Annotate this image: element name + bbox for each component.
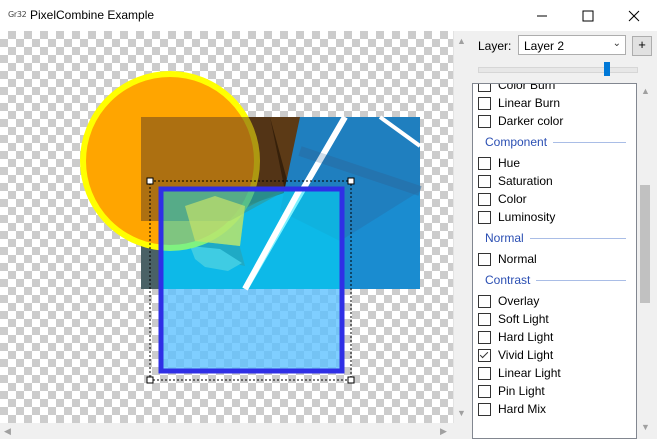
group-label: Component xyxy=(485,135,548,149)
blend-mode-checkbox[interactable] xyxy=(478,156,491,170)
blend-mode-label: Darker color xyxy=(498,114,564,128)
blend-mode-label: Vivid Light xyxy=(498,348,554,362)
blend-mode-item[interactable]: Overlay xyxy=(473,292,636,310)
blend-mode-item[interactable]: Saturation xyxy=(473,172,636,190)
chevron-down-icon: ⌄ xyxy=(612,38,621,49)
handle-top-left xyxy=(146,177,154,185)
handle-bottom-left xyxy=(146,376,154,384)
group-divider xyxy=(529,237,626,239)
blend-mode-item[interactable]: Hue xyxy=(473,154,636,172)
blend-mode-list: Color Burn Linear Burn Darker color Compone… xyxy=(472,83,637,439)
handle-bottom-right xyxy=(347,376,355,384)
blend-mode-label: Hue xyxy=(498,156,521,170)
blend-mode-item[interactable]: Linear Light xyxy=(473,364,636,382)
blend-mode-checkbox[interactable] xyxy=(478,294,491,308)
blend-mode-checkbox[interactable] xyxy=(478,210,491,224)
blend-mode-checkbox[interactable] xyxy=(478,96,491,110)
blend-mode-checkbox[interactable] xyxy=(478,384,491,398)
blend-mode-checkbox[interactable] xyxy=(478,366,491,380)
blend-mode-checkbox[interactable] xyxy=(478,252,491,266)
title-bar: Gr32 PixelCombine Example xyxy=(0,0,657,31)
blend-mode-item[interactable]: Luminosity xyxy=(473,208,636,226)
blend-mode-checkbox[interactable] xyxy=(478,174,491,188)
app-icon: Gr32 xyxy=(8,10,27,19)
minimize-button[interactable] xyxy=(519,0,565,31)
group-header: Normal xyxy=(473,226,636,250)
minimize-icon xyxy=(537,15,547,16)
canvas-vertical-scrollbar[interactable]: ▲ ▼ xyxy=(453,31,468,423)
layer-select[interactable]: Layer 2 ⌄ xyxy=(518,35,626,55)
opacity-slider[interactable] xyxy=(478,67,638,73)
scroll-left-icon[interactable]: ◀ xyxy=(4,427,11,436)
blend-mode-label: Luminosity xyxy=(498,210,556,224)
blend-mode-item[interactable]: Hard Light xyxy=(473,328,636,346)
scroll-down-icon[interactable]: ▼ xyxy=(641,423,650,432)
blend-mode-checkbox[interactable] xyxy=(478,330,491,344)
layer-composition xyxy=(80,71,422,384)
blend-mode-item[interactable]: Color Burn xyxy=(473,83,636,94)
blend-mode-label: Linear Burn xyxy=(498,96,561,110)
blend-mode-checkbox[interactable] xyxy=(478,114,491,128)
layer-square xyxy=(158,186,345,374)
group-label: Contrast xyxy=(485,273,531,287)
blend-mode-item[interactable]: Soft Light xyxy=(473,310,636,328)
blend-mode-checkbox[interactable] xyxy=(478,192,491,206)
blend-mode-label: Hard Light xyxy=(498,330,554,344)
blend-mode-label: Overlay xyxy=(498,294,540,308)
blend-mode-item[interactable]: Color xyxy=(473,190,636,208)
opacity-slider-thumb[interactable] xyxy=(604,62,611,76)
blend-mode-label: Pin Light xyxy=(498,384,545,398)
canvas-horizontal-scrollbar[interactable]: ◀ ▶ xyxy=(0,423,453,439)
group-header: Contrast xyxy=(473,268,636,292)
blend-mode-item[interactable]: Pin Light xyxy=(473,382,636,400)
blend-mode-item[interactable]: Darker color xyxy=(473,112,636,130)
blend-mode-label: Normal xyxy=(498,252,537,266)
blend-mode-label: Saturation xyxy=(498,174,553,188)
blend-mode-checkbox[interactable] xyxy=(478,402,491,416)
maximize-icon xyxy=(582,10,594,21)
blend-mode-item[interactable]: Hard Mix xyxy=(473,400,636,418)
blend-mode-checkbox[interactable] xyxy=(478,84,491,92)
close-button[interactable] xyxy=(611,0,657,31)
blend-mode-label: Soft Light xyxy=(498,312,549,326)
blend-mode-label: Color Burn xyxy=(498,83,556,92)
blend-mode-label: Color xyxy=(498,192,527,206)
maximize-button[interactable] xyxy=(565,0,611,31)
layer-label: Layer: xyxy=(478,39,512,53)
scrollbar-thumb[interactable] xyxy=(640,185,650,303)
add-layer-button[interactable]: + xyxy=(632,36,652,56)
window-title: PixelCombine Example xyxy=(30,8,155,22)
scroll-up-icon[interactable]: ▲ xyxy=(457,37,466,46)
blend-mode-item[interactable]: Vivid Light xyxy=(473,346,636,364)
scroll-right-icon[interactable]: ▶ xyxy=(440,427,447,436)
layer-panel: Layer: Layer 2 ⌄ + Color Burn Linear Burn… xyxy=(468,31,657,439)
blend-mode-label: Hard Mix xyxy=(498,402,547,416)
blend-mode-item[interactable]: Normal xyxy=(473,250,636,268)
blend-mode-item[interactable]: Linear Burn xyxy=(473,94,636,112)
group-header: Component xyxy=(473,130,636,154)
layer-select-value: Layer 2 xyxy=(524,39,565,53)
blend-list-scrollbar[interactable]: ▲ ▼ xyxy=(637,83,653,437)
group-divider xyxy=(553,141,626,143)
group-label: Normal xyxy=(485,231,524,245)
blend-mode-label: Linear Light xyxy=(498,366,561,380)
scroll-up-icon[interactable]: ▲ xyxy=(641,87,650,96)
close-icon xyxy=(628,10,640,21)
blend-mode-checkbox[interactable] xyxy=(478,312,491,326)
handle-top-right xyxy=(347,177,355,185)
group-divider xyxy=(536,279,626,281)
scroll-down-icon[interactable]: ▼ xyxy=(457,409,466,418)
image-canvas[interactable] xyxy=(0,31,453,423)
blend-mode-checkbox[interactable] xyxy=(478,348,491,362)
